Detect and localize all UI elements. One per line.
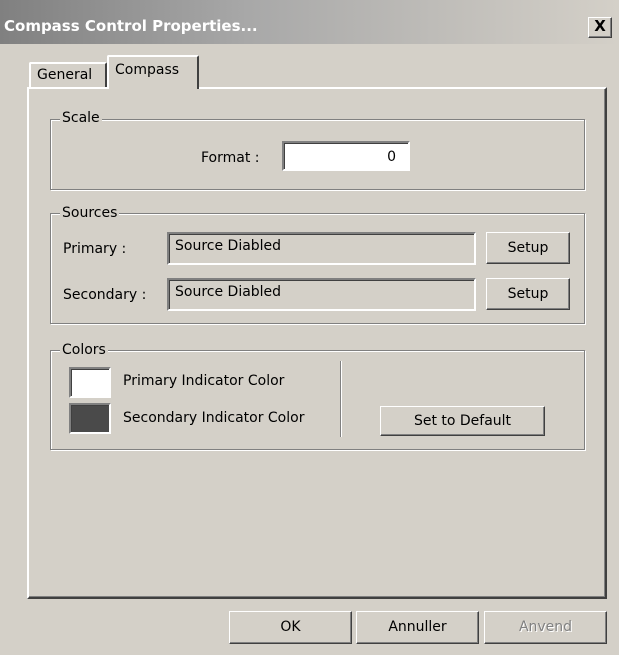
close-button[interactable]: X [588,17,612,38]
secondary-setup-button[interactable]: Setup [486,278,570,310]
primary-source-field: Source Diabled [167,232,476,265]
primary-color-label: Primary Indicator Color [123,373,285,389]
secondary-color-label: Secondary Indicator Color [123,410,305,426]
ok-button[interactable]: OK [229,611,352,644]
close-icon: X [594,17,606,35]
window-title: Compass Control Properties... [4,17,258,35]
sources-legend: Sources [60,205,120,221]
colors-legend: Colors [60,342,108,358]
primary-source-label: Primary : [63,241,127,257]
secondary-source-label: Secondary : [63,287,147,303]
tab-general[interactable]: General [29,62,107,87]
secondary-color-swatch[interactable] [69,403,111,434]
secondary-source-field: Source Diabled [167,278,476,311]
colors-divider [340,361,342,437]
primary-color-swatch[interactable] [69,367,111,398]
apply-button: Anvend [484,611,607,644]
format-label: Format : [201,150,260,166]
format-input[interactable]: 0 [282,141,410,171]
scale-legend: Scale [60,110,102,126]
primary-setup-button[interactable]: Setup [486,232,570,264]
set-to-default-button[interactable]: Set to Default [380,406,545,436]
tab-compass[interactable]: Compass [107,55,199,89]
cancel-button[interactable]: Annuller [356,611,479,644]
